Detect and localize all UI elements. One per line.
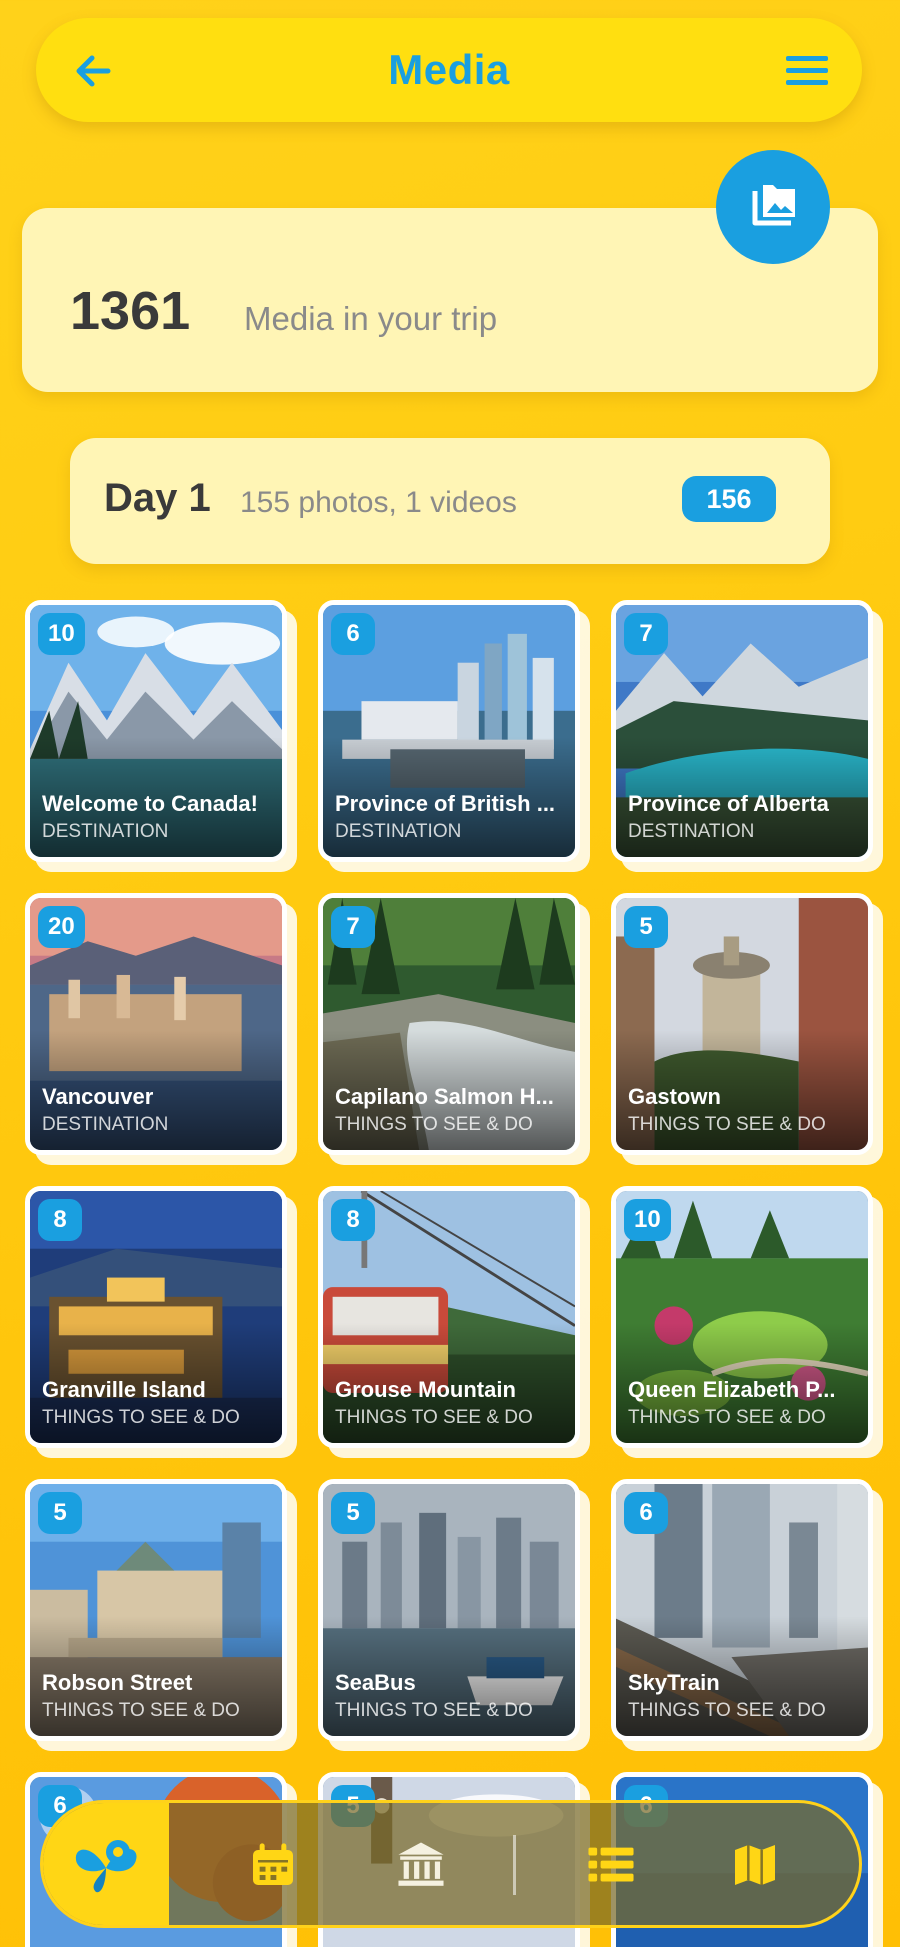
album-name: Granville Island — [42, 1377, 206, 1402]
media-total-count: 1361 — [70, 281, 191, 341]
album-category: THINGS TO SEE & DO — [628, 1407, 826, 1428]
media-album-tile[interactable]: 5 Gastown THINGS TO SEE & DO — [611, 893, 883, 1165]
butterfly-pin-icon — [75, 1840, 137, 1893]
album-thumbnail: 5 Gastown THINGS TO SEE & DO — [611, 893, 873, 1155]
header-bar: Media — [36, 18, 862, 122]
day-1-header[interactable]: Day 1 155 photos, 1 videos 156 — [70, 438, 830, 564]
album-thumbnail: 6 Province of British ... DESTINATION — [318, 600, 580, 862]
album-count-badge: 5 — [624, 906, 668, 948]
album-category: THINGS TO SEE & DO — [42, 1700, 240, 1721]
calendar-icon — [253, 1843, 293, 1885]
media-album-tile[interactable]: 8 Grouse Mountain THINGS TO SEE & DO — [318, 1186, 590, 1458]
album-count-badge: 8 — [38, 1199, 82, 1241]
map-icon — [735, 1845, 775, 1885]
album-name: Grouse Mountain — [335, 1377, 516, 1402]
album-count-badge: 10 — [38, 613, 85, 655]
album-name: Gastown — [628, 1084, 721, 1109]
album-name: Capilano Salmon H... — [335, 1084, 554, 1109]
media-album-tile[interactable]: 10 Queen Elizabeth P... THINGS TO SEE & DO — [611, 1186, 883, 1458]
album-count-badge: 10 — [624, 1199, 671, 1241]
album-category: THINGS TO SEE & DO — [335, 1114, 533, 1135]
day-media-count-badge: 156 — [682, 476, 776, 522]
album-thumbnail: 10 Welcome to Canada! DESTINATION — [25, 600, 287, 862]
album-name: Welcome to Canada! — [42, 791, 258, 816]
media-screen: Media 1361 Media in your trip Day 1 155 … — [0, 0, 900, 1947]
album-count-badge: 8 — [331, 1199, 375, 1241]
album-count-badge: 7 — [624, 613, 668, 655]
album-thumbnail: 5 SeaBus THINGS TO SEE & DO — [318, 1479, 580, 1741]
album-category: DESTINATION — [42, 1114, 169, 1135]
album-thumbnail: 20 Vancouver DESTINATION — [25, 893, 287, 1155]
album-name: SkyTrain — [628, 1670, 720, 1695]
album-count-badge: 20 — [38, 906, 85, 948]
album-count-badge: 6 — [331, 613, 375, 655]
album-thumbnail: 7 Capilano Salmon H... THINGS TO SEE & DO — [318, 893, 580, 1155]
media-album-tile[interactable]: 8 Granville Island THINGS TO SEE & DO — [25, 1186, 297, 1458]
day-title: Day 1 — [104, 476, 211, 520]
album-category: THINGS TO SEE & DO — [628, 1700, 826, 1721]
media-album-tile[interactable]: 20 Vancouver DESTINATION — [25, 893, 297, 1165]
media-album-tile[interactable]: 6 Province of British ... DESTINATION — [318, 600, 590, 872]
media-total-label: Media in your trip — [244, 300, 498, 337]
album-thumbnail: 8 Granville Island THINGS TO SEE & DO — [25, 1186, 287, 1448]
album-category: DESTINATION — [628, 821, 755, 842]
museum-icon — [398, 1842, 444, 1886]
nav-list-button[interactable] — [581, 1835, 641, 1895]
album-thumbnail: 10 Queen Elizabeth P... THINGS TO SEE & DO — [611, 1186, 873, 1448]
nav-divider — [513, 1835, 516, 1895]
bottom-navigation — [40, 1800, 862, 1928]
media-album-tile[interactable]: 7 Capilano Salmon H... THINGS TO SEE & DO — [318, 893, 590, 1165]
media-album-tile[interactable]: 5 SeaBus THINGS TO SEE & DO — [318, 1479, 590, 1751]
album-thumbnail: 8 Grouse Mountain THINGS TO SEE & DO — [318, 1186, 580, 1448]
album-name: Vancouver — [42, 1084, 154, 1109]
album-thumbnail: 5 Robson Street THINGS TO SEE & DO — [25, 1479, 287, 1741]
media-album-tile[interactable]: 10 Welcome to Canada! DESTINATION — [25, 600, 297, 872]
album-thumbnail: 6 SkyTrain THINGS TO SEE & DO — [611, 1479, 873, 1741]
media-album-tile[interactable]: 5 Robson Street THINGS TO SEE & DO — [25, 1479, 297, 1751]
album-count-badge: 6 — [624, 1492, 668, 1534]
album-count-badge: 5 — [38, 1492, 82, 1534]
nav-attractions-button[interactable] — [391, 1835, 451, 1895]
photo-library-icon — [752, 185, 795, 226]
album-name: SeaBus — [335, 1670, 416, 1695]
back-arrow-icon[interactable] — [68, 46, 118, 96]
nav-calendar-button[interactable] — [243, 1835, 303, 1895]
album-category: THINGS TO SEE & DO — [335, 1407, 533, 1428]
hamburger-menu-icon[interactable] — [782, 46, 832, 96]
media-library-button[interactable] — [716, 150, 830, 264]
album-category: THINGS TO SEE & DO — [335, 1700, 533, 1721]
album-category: DESTINATION — [335, 821, 462, 842]
media-album-tile[interactable]: 7 Province of Alberta DESTINATION — [611, 600, 883, 872]
album-name: Robson Street — [42, 1670, 193, 1695]
album-category: DESTINATION — [42, 821, 169, 842]
page-title: Media — [388, 46, 510, 93]
list-icon — [588, 1847, 634, 1882]
album-category: THINGS TO SEE & DO — [628, 1114, 826, 1135]
album-thumbnail: 7 Province of Alberta DESTINATION — [611, 600, 873, 862]
album-count-badge: 5 — [331, 1492, 375, 1534]
nav-map-button[interactable] — [725, 1835, 785, 1895]
nav-home-button[interactable] — [43, 1803, 169, 1925]
album-name: Province of British ... — [335, 791, 556, 816]
album-name: Queen Elizabeth P... — [628, 1377, 836, 1402]
album-category: THINGS TO SEE & DO — [42, 1407, 240, 1428]
day-media-summary: 155 photos, 1 videos — [240, 486, 517, 519]
media-album-tile[interactable]: 6 SkyTrain THINGS TO SEE & DO — [611, 1479, 883, 1751]
album-count-badge: 7 — [331, 906, 375, 948]
album-name: Province of Alberta — [628, 791, 829, 816]
